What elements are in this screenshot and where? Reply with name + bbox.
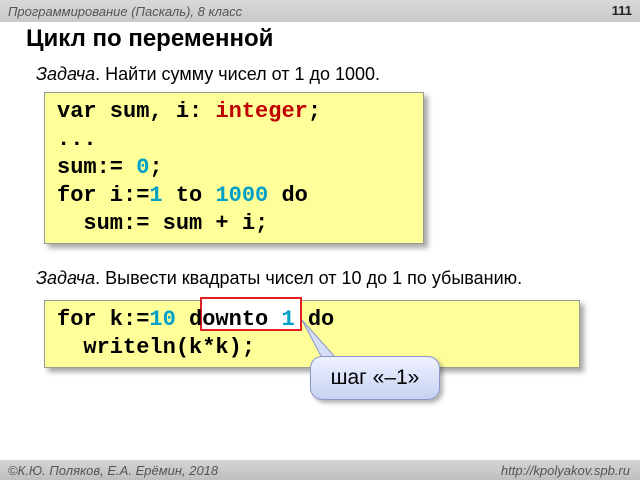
downto-keyword: downto [189,307,269,332]
number-literal: 0 [136,155,150,180]
task-label: Задача [36,64,96,84]
step-callout: шаг «–1» [310,356,440,400]
code-text: ; [149,155,163,180]
code-text: var sum, i: [57,99,216,124]
code-text: to [162,183,216,208]
task-label: Задача [36,268,96,288]
code-text: for k:= [57,307,150,332]
number-literal: 1000 [215,183,269,208]
code-line: for k:=10 downto 1 do [57,307,334,333]
task-2: Задача. Вывести квадраты чисел от 10 до … [36,268,522,289]
code-text: do [268,183,308,208]
footer-author: ©К.Ю. Поляков, Е.А. Ерёмин, 2018 [8,463,219,478]
code-line: writeln(k*k); [57,335,256,360]
page-number: 111 [611,3,632,18]
code-text: for i:= [57,183,150,208]
code-line: ... [57,127,97,152]
task-text: . Найти сумму чисел от 1 до 1000. [95,64,381,84]
footer-url[interactable]: http://kpolyakov.spb.ru [501,463,630,478]
code-line: var sum, i: integer; [57,99,321,125]
code-line: for i:=1 to 1000 do [57,183,308,209]
code-block-sum: var sum, i: integer; ... sum:= 0; for i:… [44,92,424,244]
code-line: sum:= sum + i; [57,211,269,236]
course-title: Программирование (Паскаль), 8 класс [8,4,243,19]
code-line: sum:= 0; [57,155,163,181]
task-text: . Вывести квадраты чисел от 10 до 1 по у… [95,268,523,288]
number-literal: 1 [149,183,163,208]
type-keyword: integer [215,99,308,124]
code-text: ; [307,99,322,124]
number-literal: 1 [281,307,295,332]
task-1: Задача. Найти сумму чисел от 1 до 1000. [36,64,380,85]
number-literal: 10 [149,307,176,332]
slide-title: Цикл по переменной [26,25,274,52]
code-text: sum:= [57,155,137,180]
